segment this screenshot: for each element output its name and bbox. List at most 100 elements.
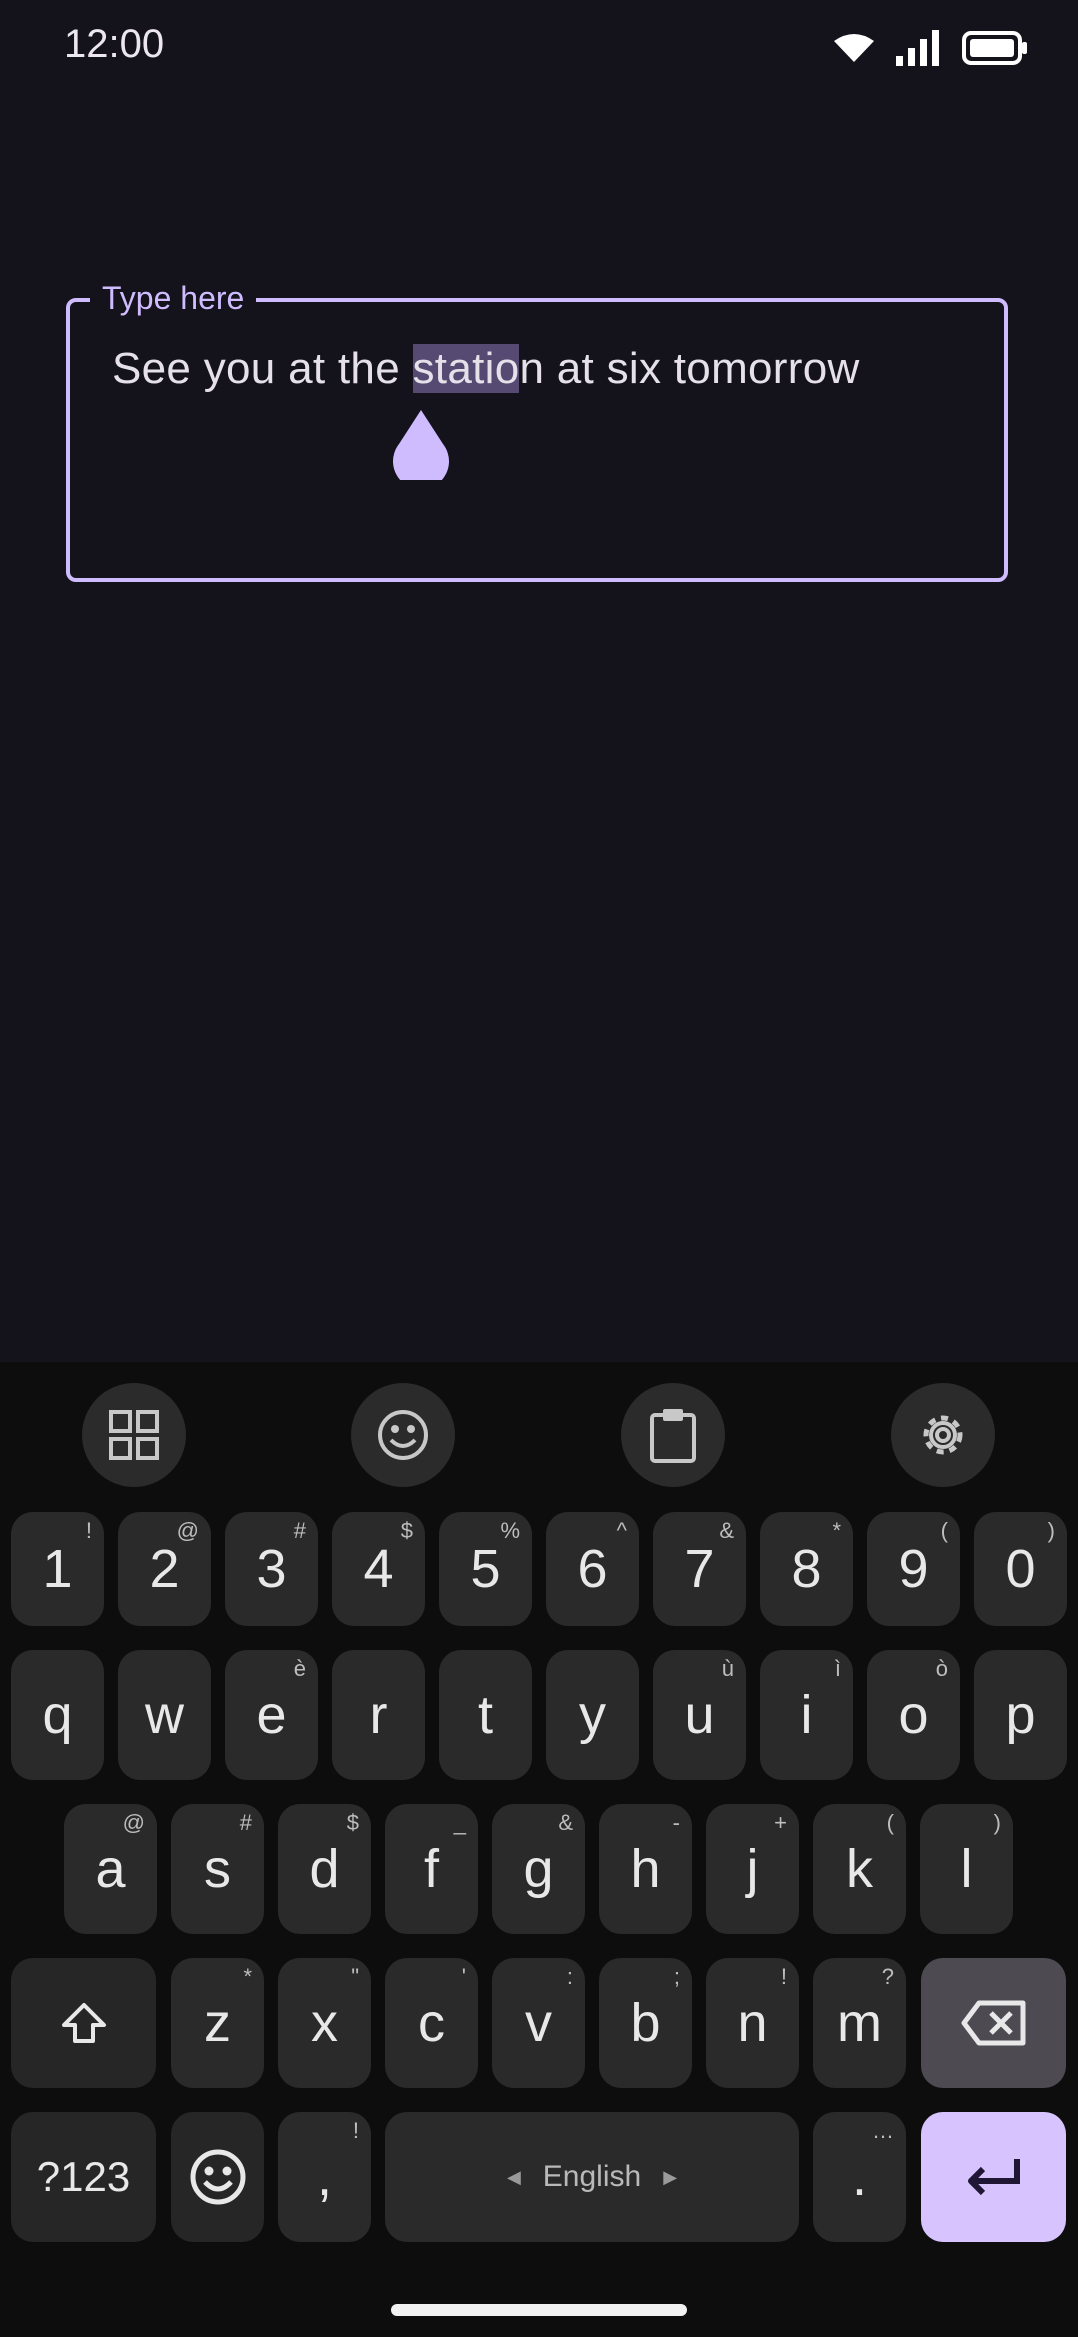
key-hint: ì <box>834 1656 841 1681</box>
key-hint: * <box>243 1964 252 1989</box>
key-hint: $ <box>346 1810 359 1835</box>
key-y[interactable]: y <box>546 1650 639 1780</box>
key-label: t <box>477 1685 493 1745</box>
key-m[interactable]: m? <box>813 1958 906 2088</box>
key-f[interactable]: f _ <box>385 1804 478 1934</box>
key-label: g <box>523 1839 554 1899</box>
text-before: See you at the <box>112 344 413 393</box>
key-hint: ! <box>85 1518 92 1543</box>
home-indicator[interactable] <box>391 2304 687 2316</box>
key-label: q <box>42 1685 73 1745</box>
key-e[interactable]: eè <box>225 1650 318 1780</box>
key-3[interactable]: 3 # <box>225 1512 318 1626</box>
shift-icon <box>61 2003 106 2043</box>
key-label: e <box>256 1685 287 1745</box>
key-j[interactable]: j + <box>706 1804 799 1934</box>
key-hint: ( <box>886 1810 894 1835</box>
key-k[interactable]: k( <box>813 1804 906 1934</box>
battery-icon <box>962 31 1027 65</box>
enter-key[interactable] <box>921 2112 1066 2242</box>
text-field[interactable]: Type here See you at the station at six … <box>66 278 1008 582</box>
symbols-label: ?123 <box>36 2153 131 2200</box>
field-text[interactable]: See you at the station at six tomorrow <box>112 344 860 394</box>
key-g[interactable]: g & <box>492 1804 585 1934</box>
backspace-key[interactable] <box>921 1958 1066 2088</box>
key-s[interactable]: s # <box>171 1804 264 1934</box>
key-2[interactable]: 2 @ <box>118 1512 211 1626</box>
text-after: n at six tomorrow <box>519 344 860 393</box>
key-hint: _ <box>453 1810 466 1835</box>
key-label: j <box>746 1839 759 1899</box>
symbols-key[interactable]: ?123 <box>11 2112 156 2242</box>
key-hint: è <box>293 1656 306 1681</box>
key-hint: # <box>239 1810 252 1835</box>
key-r[interactable]: r <box>332 1650 425 1780</box>
key-p[interactable]: p <box>974 1650 1067 1780</box>
key-hint: ! <box>780 1964 787 1989</box>
space-key[interactable]: ◀ English ▶ <box>385 2112 799 2242</box>
key-label: b <box>630 1993 661 2053</box>
key-8[interactable]: 8 * <box>760 1512 853 1626</box>
key-9[interactable]: 9( <box>867 1512 960 1626</box>
wifi-icon <box>834 34 874 62</box>
key-o[interactable]: oò <box>867 1650 960 1780</box>
key-c[interactable]: c ' <box>385 1958 478 2088</box>
key-label: c <box>418 1993 445 2053</box>
key-h[interactable]: h- <box>599 1804 692 1934</box>
key-hint: ) <box>993 1810 1001 1835</box>
key-d[interactable]: d $ <box>278 1804 371 1934</box>
apps-grid-button[interactable] <box>82 1383 186 1487</box>
key-i[interactable]: iì <box>760 1650 853 1780</box>
key-label: 8 <box>791 1539 822 1599</box>
language-label: English <box>542 2160 642 2193</box>
apps-grid-icon <box>109 1410 159 1460</box>
key-1[interactable]: 1! <box>11 1512 104 1626</box>
settings-button[interactable] <box>891 1383 995 1487</box>
key-7[interactable]: 7 & <box>653 1512 746 1626</box>
key-x[interactable]: x " <box>278 1958 371 2088</box>
key-hint: + <box>774 1810 787 1835</box>
space-label: ◀ English ▶ <box>507 2160 677 2194</box>
period-key[interactable]: . … <box>813 2112 906 2242</box>
backspace-icon <box>961 2000 1025 2046</box>
key-hint: ^ <box>616 1518 627 1543</box>
emoji-key[interactable] <box>171 2112 264 2242</box>
key-hint: ' <box>461 1964 466 1989</box>
key-label: 6 <box>577 1539 608 1599</box>
key-hint: - <box>672 1810 680 1835</box>
period-key-label: . <box>851 2147 867 2207</box>
comma-key[interactable]: , ! <box>278 2112 371 2242</box>
language-next-icon: ▶ <box>663 2166 678 2187</box>
key-v[interactable]: v: <box>492 1958 585 2088</box>
key-hint: " <box>351 1964 359 1989</box>
key-label: r <box>369 1685 388 1745</box>
key-label: i <box>800 1685 813 1745</box>
key-label: 1 <box>42 1539 73 1599</box>
key-hint: ù <box>721 1656 734 1681</box>
shift-key[interactable] <box>11 1958 156 2088</box>
selection-handle[interactable] <box>392 410 450 480</box>
emoji-toolbar-button[interactable] <box>351 1383 455 1487</box>
key-z[interactable]: z * <box>171 1958 264 2088</box>
key-t[interactable]: t <box>439 1650 532 1780</box>
key-q[interactable]: q <box>11 1650 104 1780</box>
key-label: y <box>579 1685 606 1745</box>
settings-icon <box>923 1415 963 1455</box>
key-n[interactable]: n! <box>706 1958 799 2088</box>
key-l[interactable]: l) <box>920 1804 1013 1934</box>
key-6[interactable]: 6 ^ <box>546 1512 639 1626</box>
key-u[interactable]: uù <box>653 1650 746 1780</box>
key-label: n <box>737 1993 768 2053</box>
key-hint: @ <box>122 1810 145 1835</box>
key-a[interactable]: a @ <box>64 1804 157 1934</box>
key-5[interactable]: 5% <box>439 1512 532 1626</box>
key-label: v <box>525 1993 552 2053</box>
key-b[interactable]: b; <box>599 1958 692 2088</box>
key-4[interactable]: 4 $ <box>332 1512 425 1626</box>
key-w[interactable]: w <box>118 1650 211 1780</box>
clipboard-button[interactable] <box>621 1383 725 1487</box>
key-0[interactable]: 0) <box>974 1512 1067 1626</box>
key-hint: & <box>719 1518 734 1543</box>
text-selection[interactable]: statio <box>412 344 520 393</box>
status-bar: 12:00 <box>0 0 1078 96</box>
